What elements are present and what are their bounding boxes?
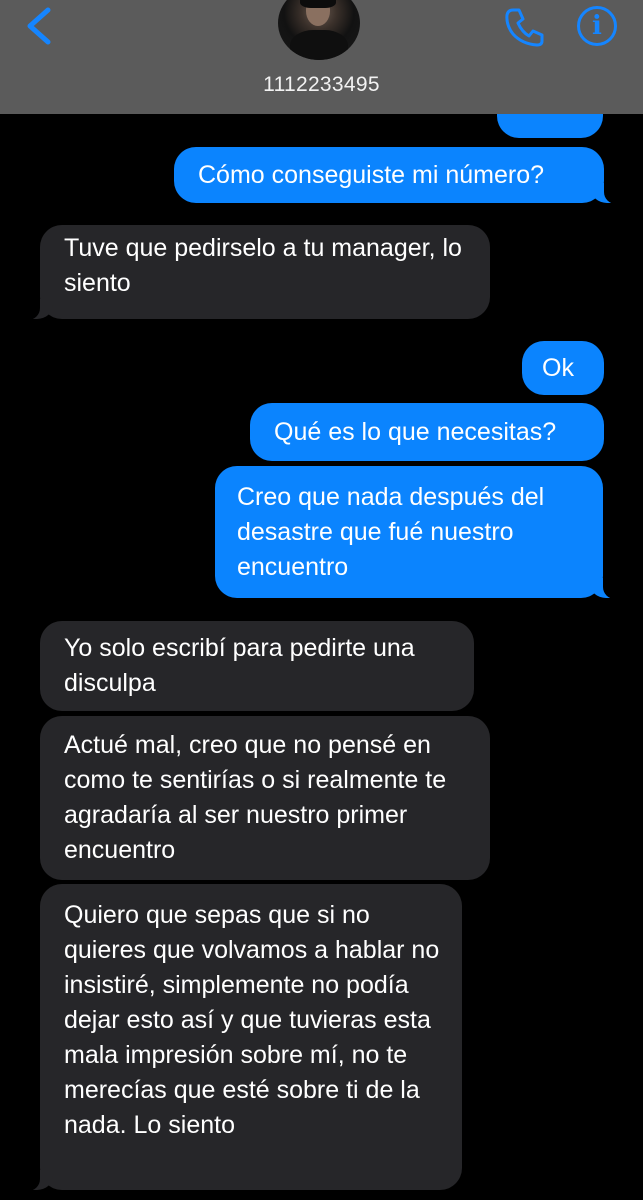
message-bubble-sent: Cómo conseguiste mi número?	[174, 147, 620, 204]
message-text: Cómo conseguiste mi número?	[198, 161, 544, 189]
conversation-header: 1112233495 i	[0, 0, 643, 114]
message-text: Creo que nada después del desastre que f…	[237, 483, 545, 581]
message-bubble-sent: Ok	[522, 341, 604, 395]
message-text: Yo solo escribí para pedirte una disculp…	[64, 634, 415, 697]
info-icon[interactable]: i	[577, 6, 617, 46]
message-bubble-sent: Qué es lo que necesitas?	[250, 403, 604, 461]
contact-avatar[interactable]	[278, 0, 360, 60]
message-bubble-received: Actué mal, creo que no pensé en como te …	[40, 716, 490, 880]
phone-icon[interactable]	[504, 6, 546, 48]
message-text: Tuve que pedirselo a tu manager, lo sien…	[64, 234, 462, 297]
message-text: Quiero que sepas que si no quieres que v…	[64, 901, 440, 1139]
message-bubble-sent: Creo que nada después del desastre que f…	[215, 466, 619, 599]
chevron-left-icon[interactable]	[22, 6, 56, 46]
contact-name[interactable]: 1112233495	[0, 73, 643, 97]
message-bubble-received: Tuve que pedirselo a tu manager, lo sien…	[24, 225, 490, 320]
message-text: Actué mal, creo que no pensé en como te …	[64, 731, 447, 864]
message-bubble-received: Quiero que sepas que si no quieres que v…	[24, 884, 462, 1191]
message-text: Ok	[542, 354, 574, 382]
message-text: Qué es lo que necesitas?	[274, 418, 557, 446]
message-bubble-received: Yo solo escribí para pedirte una disculp…	[40, 621, 474, 711]
